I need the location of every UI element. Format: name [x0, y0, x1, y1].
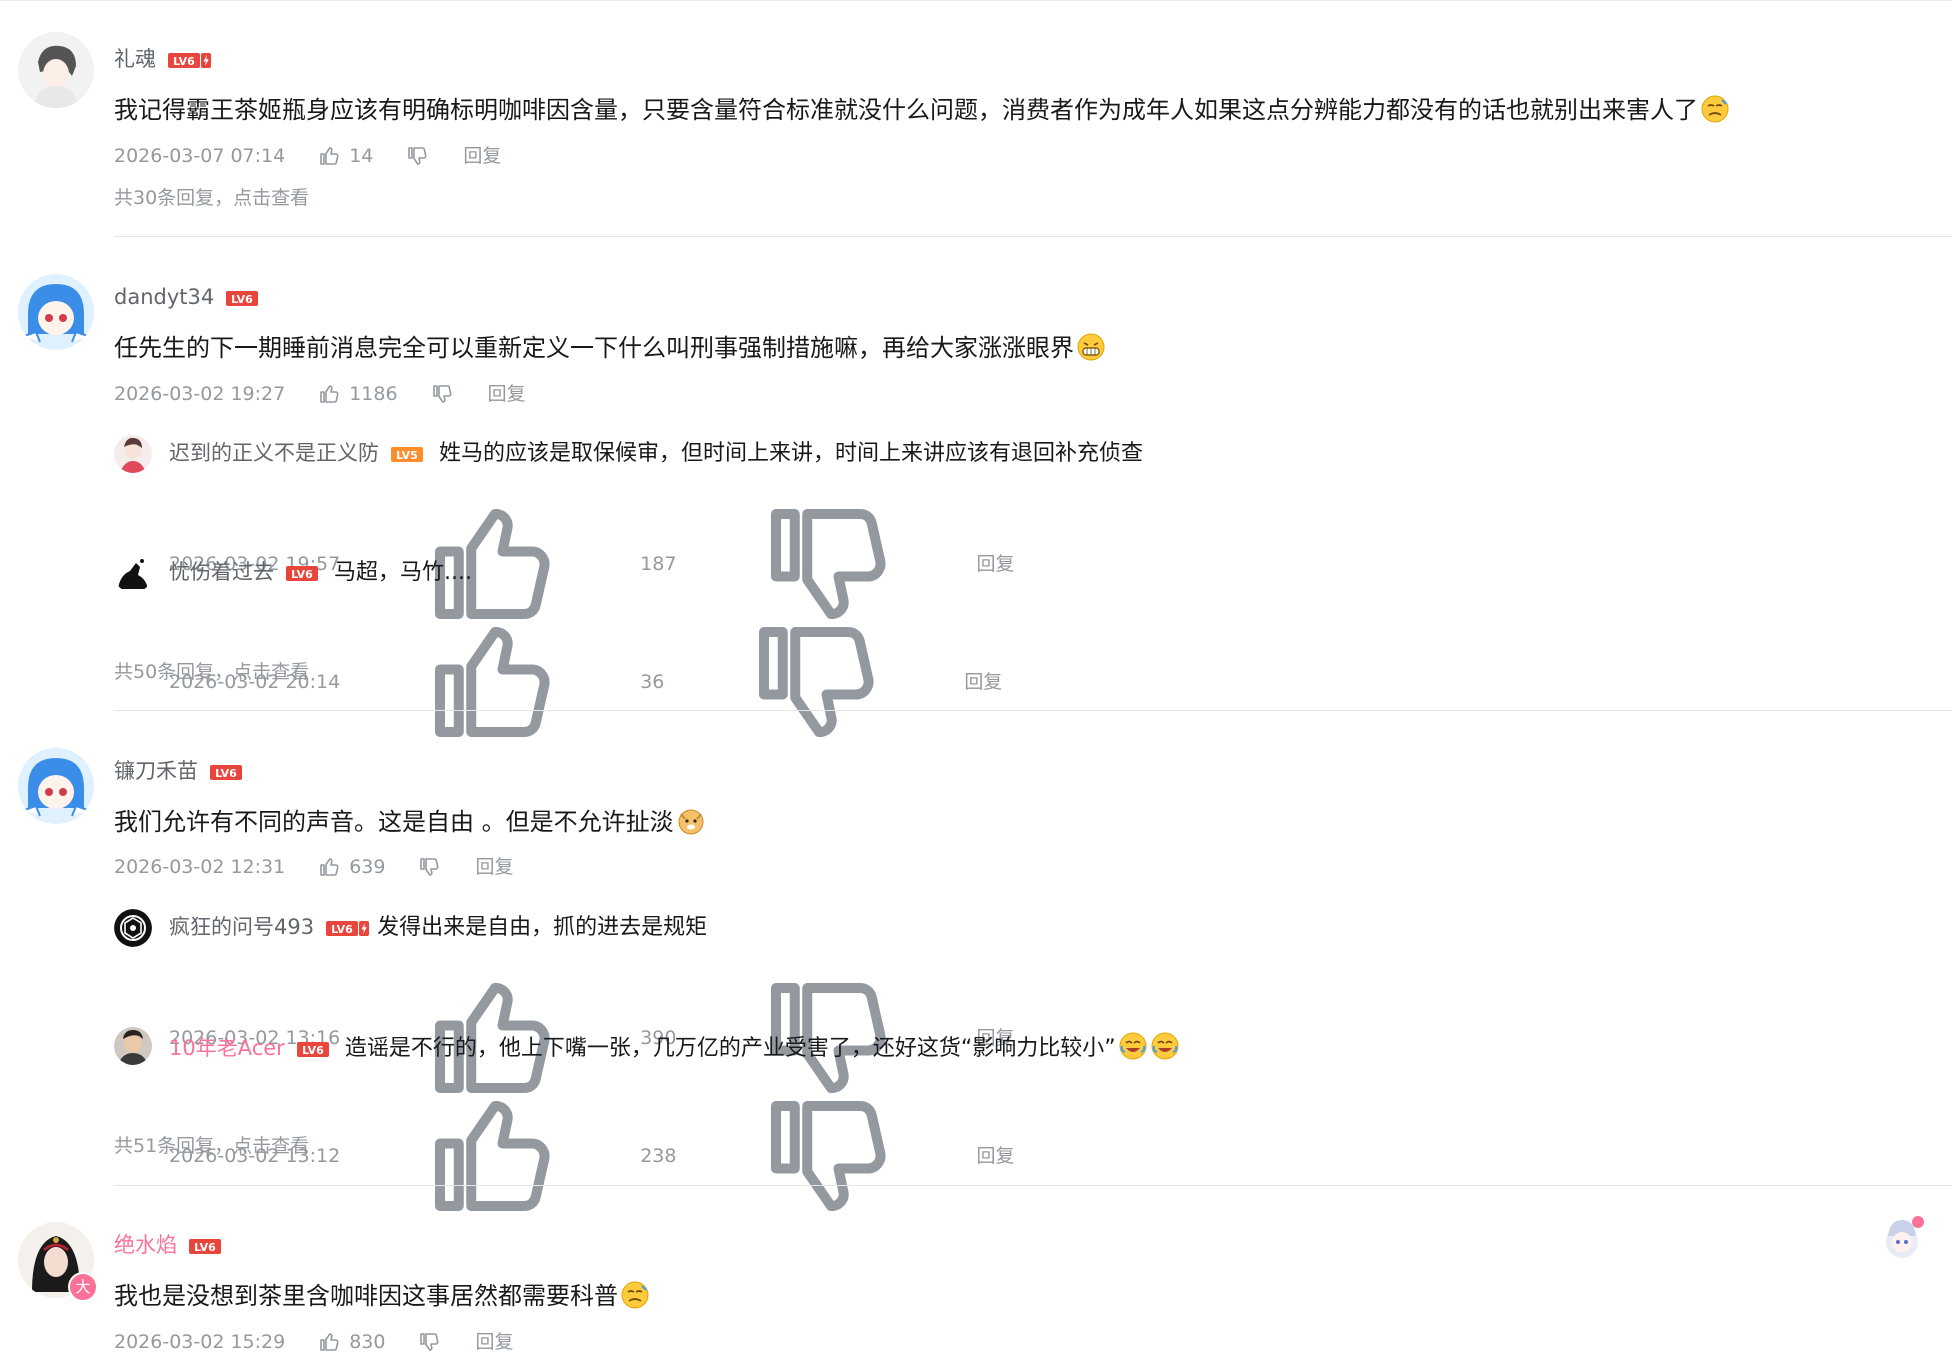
comment-text: 我们允许有不同的声音。这是自由 。但是不允许扯淡: [114, 804, 706, 840]
reply-button[interactable]: 回复: [463, 142, 501, 170]
thumb-up-icon[interactable]: [317, 1330, 341, 1354]
emoji-icon: [1700, 94, 1730, 124]
emoji-icon: [620, 1280, 650, 1310]
reply-button[interactable]: 回复: [475, 853, 513, 881]
view-replies-link[interactable]: 共51条回复，点击查看: [114, 1132, 309, 1160]
emoji-icon: [676, 806, 706, 836]
level-badge-icon: [286, 566, 318, 581]
lightning-icon: [359, 921, 369, 936]
like-count: 238: [640, 1145, 677, 1167]
comment-text: 任先生的下一期睡前消息完全可以重新定义一下什么叫刑事强制措施嘛，再给大家涨涨眼界: [114, 330, 1106, 366]
username[interactable]: 10年老Acer 造谣是不行的，他上下嘴一张，几万亿的产业受害了，还好这货“影响力…: [169, 1031, 1180, 1064]
thumb-up-icon[interactable]: [317, 144, 341, 168]
thumb-down-icon[interactable]: [405, 144, 429, 168]
username[interactable]: 忧伤着过去 马超，马竹....: [169, 557, 472, 588]
username[interactable]: dandyt34: [114, 282, 258, 312]
thumb-up-icon[interactable]: [340, 1081, 640, 1231]
lightning-icon: [201, 53, 211, 68]
thumb-down-icon[interactable]: [417, 1330, 441, 1354]
comment-text: 我也是没想到茶里含咖啡因这事居然都需要科普: [114, 1278, 650, 1314]
reply-text: 造谣是不行的，他上下嘴一张，几万亿的产业受害了，还好这货“影响力比较小”: [344, 1036, 1116, 1061]
username[interactable]: 礼魂: [114, 44, 211, 74]
thumb-up-icon[interactable]: [317, 382, 341, 406]
timestamp: 2026-03-02 15:29: [114, 1331, 286, 1353]
avatar[interactable]: [18, 748, 94, 824]
username[interactable]: 疯狂的问号493 发得出来是自由，抓的进去是规矩: [169, 912, 707, 943]
reply-button[interactable]: 回复: [475, 1328, 513, 1356]
like-count: 639: [349, 856, 386, 878]
reply-text: 姓马的应该是取保候审，但时间上来讲，时间上来讲应该有退回补充侦查: [439, 441, 1144, 466]
avatar[interactable]: [114, 555, 152, 593]
like-count: 830: [349, 1331, 386, 1353]
thumb-down-icon[interactable]: [676, 1081, 976, 1231]
level-badge-icon: [297, 1042, 329, 1057]
comment-meta: 2026-03-02 19:27 1186 回复: [114, 380, 526, 408]
reply-text: 马超，马竹....: [334, 560, 472, 585]
view-replies-link[interactable]: 共50条回复，点击查看: [114, 658, 309, 686]
emoji-icon: [1076, 332, 1106, 362]
avatar[interactable]: [18, 32, 94, 108]
username[interactable]: 绝水焰: [114, 1230, 221, 1260]
reply-button[interactable]: 回复: [976, 1142, 1014, 1170]
reply-button[interactable]: 回复: [964, 668, 1002, 696]
timestamp: 2026-03-02 12:31: [114, 856, 286, 878]
vip-badge-icon: 大: [68, 1272, 98, 1302]
top-divider: [0, 0, 1952, 1]
emoji-icon: [1150, 1031, 1180, 1061]
level-badge-icon: [210, 765, 242, 780]
avatar[interactable]: [114, 909, 152, 947]
reply-text: 发得出来是自由，抓的进去是规矩: [377, 915, 708, 940]
avatar[interactable]: [114, 435, 152, 473]
comment-text: 我记得霸王茶姬瓶身应该有明确标明咖啡因含量，只要含量符合标准就没什么问题，消费者…: [114, 92, 1730, 128]
reply-button[interactable]: 回复: [488, 380, 526, 408]
username[interactable]: 迟到的正义不是正义防 姓马的应该是取保候审，但时间上来讲，时间上来讲应该有退回补充…: [169, 438, 1143, 469]
thumb-up-icon[interactable]: [340, 607, 640, 757]
comment-meta: 2026-03-07 07:14 14 回复: [114, 142, 501, 170]
level-badge-icon: [391, 447, 423, 462]
divider: [114, 710, 1952, 711]
divider: [114, 1185, 1952, 1186]
avatar[interactable]: [18, 274, 94, 350]
thumb-down-icon[interactable]: [430, 382, 454, 406]
emoji-icon: [1118, 1031, 1148, 1061]
timestamp: 2026-03-02 19:27: [114, 383, 286, 405]
reply-button[interactable]: 回复: [976, 550, 1014, 578]
comment-meta: 2026-03-02 12:31 639 回复: [114, 853, 514, 881]
level-badge-icon: [189, 1239, 221, 1254]
decoration-sticker-icon: [1886, 1216, 1924, 1258]
thumb-down-icon[interactable]: [664, 607, 964, 757]
like-count: 187: [640, 553, 677, 575]
like-count: 1186: [349, 383, 398, 405]
divider: [114, 236, 1952, 237]
level-badge-icon: [226, 291, 258, 306]
avatar[interactable]: [114, 1027, 152, 1065]
thumb-down-icon[interactable]: [417, 855, 441, 879]
level-badge-icon: [168, 53, 200, 68]
username[interactable]: 镰刀禾苗: [114, 756, 242, 786]
level-badge-icon: [326, 921, 358, 936]
like-count: 36: [640, 671, 665, 693]
thumb-up-icon[interactable]: [317, 855, 341, 879]
view-replies-link[interactable]: 共30条回复，点击查看: [114, 184, 309, 212]
like-count: 14: [349, 145, 374, 167]
comment-meta: 2026-03-02 15:29 830 回复: [114, 1328, 514, 1356]
timestamp: 2026-03-07 07:14: [114, 145, 286, 167]
